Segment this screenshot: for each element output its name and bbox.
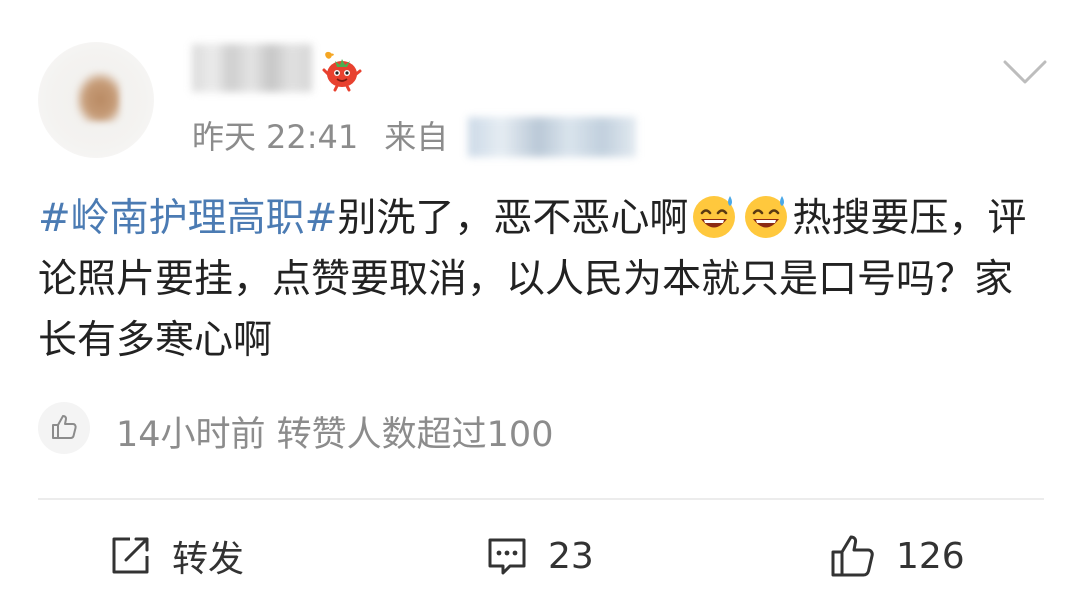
avatar[interactable] — [38, 42, 154, 158]
hashtag-link[interactable]: #岭南护理高职# — [38, 196, 337, 241]
like-count: 126 — [896, 535, 965, 577]
repost-button[interactable]: 转发 — [108, 530, 244, 582]
source-device-blurred[interactable] — [468, 117, 636, 157]
repost-icon — [112, 537, 149, 574]
hot-info-text: 14小时前 转赞人数超过100 — [116, 415, 554, 455]
repost-label: 转发 — [172, 539, 245, 580]
sweat-smile-emoji-icon — [693, 196, 736, 238]
divider — [38, 498, 1044, 500]
chevron-down-icon[interactable] — [1002, 58, 1048, 86]
thumbs-up-icon — [52, 415, 77, 439]
post-text: #岭南护理高职#别洗了，恶不恶心啊 热搜要压，评论照片要挂，点赞要取消，以人民为… — [38, 188, 1048, 371]
comment-count: 23 — [548, 535, 594, 577]
sweat-smile-emoji-icon — [745, 196, 788, 238]
username-blurred[interactable] — [192, 44, 312, 92]
post-day: 昨天 — [192, 118, 257, 156]
tomato-badge-icon — [322, 51, 362, 92]
like-button[interactable]: 126 — [830, 530, 965, 582]
comment-icon — [488, 538, 526, 575]
post-time: 22:41 — [266, 118, 359, 156]
thumbs-up-icon — [831, 535, 874, 577]
post-text-part1: 别洗了，恶不恶心啊 — [337, 196, 689, 241]
post-meta: 昨天 22:41 来自 — [192, 112, 448, 158]
hot-like-badge — [38, 402, 90, 454]
source-label: 来自 — [384, 118, 449, 156]
comment-button[interactable]: 23 — [486, 530, 594, 582]
